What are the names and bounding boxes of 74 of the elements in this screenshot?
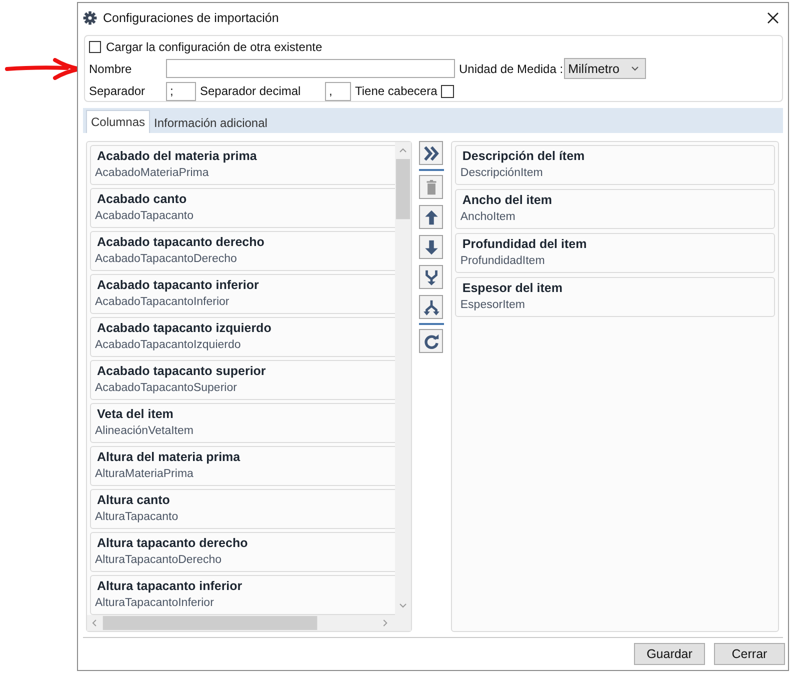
- decimal-separator-field[interactable]: ,: [325, 82, 351, 101]
- column-field: AcabadoTapacanto: [95, 209, 194, 224]
- column-field: AcabadoTapacantoDerecho: [95, 252, 237, 267]
- column-title: Altura canto: [97, 492, 170, 508]
- checkbox[interactable]: [441, 84, 454, 98]
- refresh-icon: [422, 332, 441, 350]
- column-field: AlturaTapacantoInferior: [95, 596, 214, 611]
- column-field: ProfundidadItem: [460, 254, 545, 269]
- column-title: Altura tapacanto inferior: [97, 578, 242, 594]
- column-card[interactable]: Descripción del ítem DescripciónItem: [455, 145, 775, 185]
- dialog-button[interactable]: Guardar: [634, 643, 705, 665]
- split-button[interactable]: [419, 295, 444, 319]
- gear-icon: [83, 10, 97, 24]
- column-title: Altura del materia prima: [97, 449, 240, 465]
- column-title: Espesor del item: [462, 280, 562, 296]
- down-arrow-button[interactable]: [419, 235, 444, 259]
- field-label: Separador: [89, 84, 146, 98]
- column-field: AnchoItem: [460, 210, 516, 225]
- column-field: AcabadoTapacantoIzquierdo: [95, 338, 241, 353]
- column-title: Descripción del ítem: [462, 148, 585, 164]
- separator-field[interactable]: ;: [166, 82, 196, 101]
- tab[interactable]: Información adicional: [150, 112, 272, 133]
- column-card[interactable]: Altura del materia prima AlturaMateriaPrima: [90, 446, 395, 486]
- column-field: DescripciónItem: [460, 166, 543, 181]
- column-card[interactable]: Acabado tapacanto superior AcabadoTapacantoSuperior: [90, 360, 395, 400]
- column-field: AcabadoMateriaPrima: [95, 166, 209, 181]
- column-card[interactable]: Ancho del item AnchoItem: [455, 189, 775, 229]
- column-card[interactable]: Acabado tapacanto inferior AcabadoTapacantoInferior: [90, 274, 395, 314]
- name-field[interactable]: [166, 59, 455, 78]
- refresh-button[interactable]: [419, 329, 444, 353]
- split-icon: [422, 298, 441, 316]
- merge-button[interactable]: [419, 265, 444, 289]
- column-field: EspesorItem: [460, 298, 525, 313]
- checkbox[interactable]: [89, 41, 101, 54]
- column-card[interactable]: Profundidad del item ProfundidadItem: [455, 233, 775, 273]
- tab[interactable]: Columnas: [86, 110, 150, 133]
- column-card[interactable]: Veta del item AlineaciónVetaItem: [90, 403, 395, 443]
- column-title: Profundidad del item: [462, 236, 587, 252]
- column-title: Acabado tapacanto derecho: [97, 234, 264, 250]
- column-card[interactable]: Altura tapacanto inferior AlturaTapacantoInferior: [90, 575, 395, 615]
- checkbox-label: Tiene cabecera: [355, 84, 438, 98]
- column-title: Acabado canto: [97, 191, 187, 207]
- column-title: Acabado tapacanto superior: [97, 363, 266, 379]
- field-label: Separador decimal: [200, 84, 302, 98]
- column-field: AlturaMateriaPrima: [95, 467, 194, 482]
- column-title: Acabado tapacanto inferior: [97, 277, 259, 293]
- unit-dropdown[interactable]: Milímetro: [564, 58, 646, 80]
- column-card[interactable]: Altura canto AlturaTapacanto: [90, 489, 395, 529]
- column-card[interactable]: Acabado canto AcabadoTapacanto: [90, 188, 395, 228]
- checkbox-label: Cargar la configuración de otra existente: [106, 40, 322, 54]
- column-field: AcabadoTapacantoSuperior: [95, 381, 237, 396]
- column-title: Acabado del materia prima: [97, 148, 257, 164]
- dialog-button[interactable]: Cerrar: [714, 643, 785, 665]
- column-field: AcabadoTapacantoInferior: [95, 295, 230, 310]
- close-icon[interactable]: [766, 10, 780, 24]
- double-chevron-icon: [422, 144, 441, 162]
- column-title: Altura tapacanto derecho: [97, 535, 248, 551]
- column-card[interactable]: Espesor del item EspesorItem: [455, 277, 775, 317]
- up-arrow-button[interactable]: [419, 205, 444, 229]
- field-label: Unidad de Medida :: [459, 62, 564, 76]
- column-field: AlturaTapacantoDerecho: [95, 553, 222, 568]
- column-title: Ancho del item: [462, 192, 552, 208]
- column-card[interactable]: Altura tapacanto derecho AlturaTapacantoDerecho: [90, 532, 395, 572]
- column-title: Veta del item: [97, 406, 174, 422]
- double-chevron-button[interactable]: [419, 141, 444, 165]
- column-field: AlturaTapacanto: [95, 510, 178, 525]
- field-label: Nombre: [89, 62, 133, 76]
- column-field: AlineaciónVetaItem: [95, 424, 194, 439]
- chevron-down-icon: [631, 66, 640, 72]
- column-card[interactable]: Acabado tapacanto izquierdo AcabadoTapacantoIzquierdo: [90, 317, 395, 357]
- column-card[interactable]: Acabado tapacanto derecho AcabadoTapacantoDerecho: [90, 231, 395, 271]
- window-title: Configuraciones de importación: [103, 10, 279, 24]
- column-card[interactable]: Acabado del materia prima AcabadoMateriaPrima: [90, 145, 395, 185]
- column-title: Acabado tapacanto izquierdo: [97, 320, 272, 336]
